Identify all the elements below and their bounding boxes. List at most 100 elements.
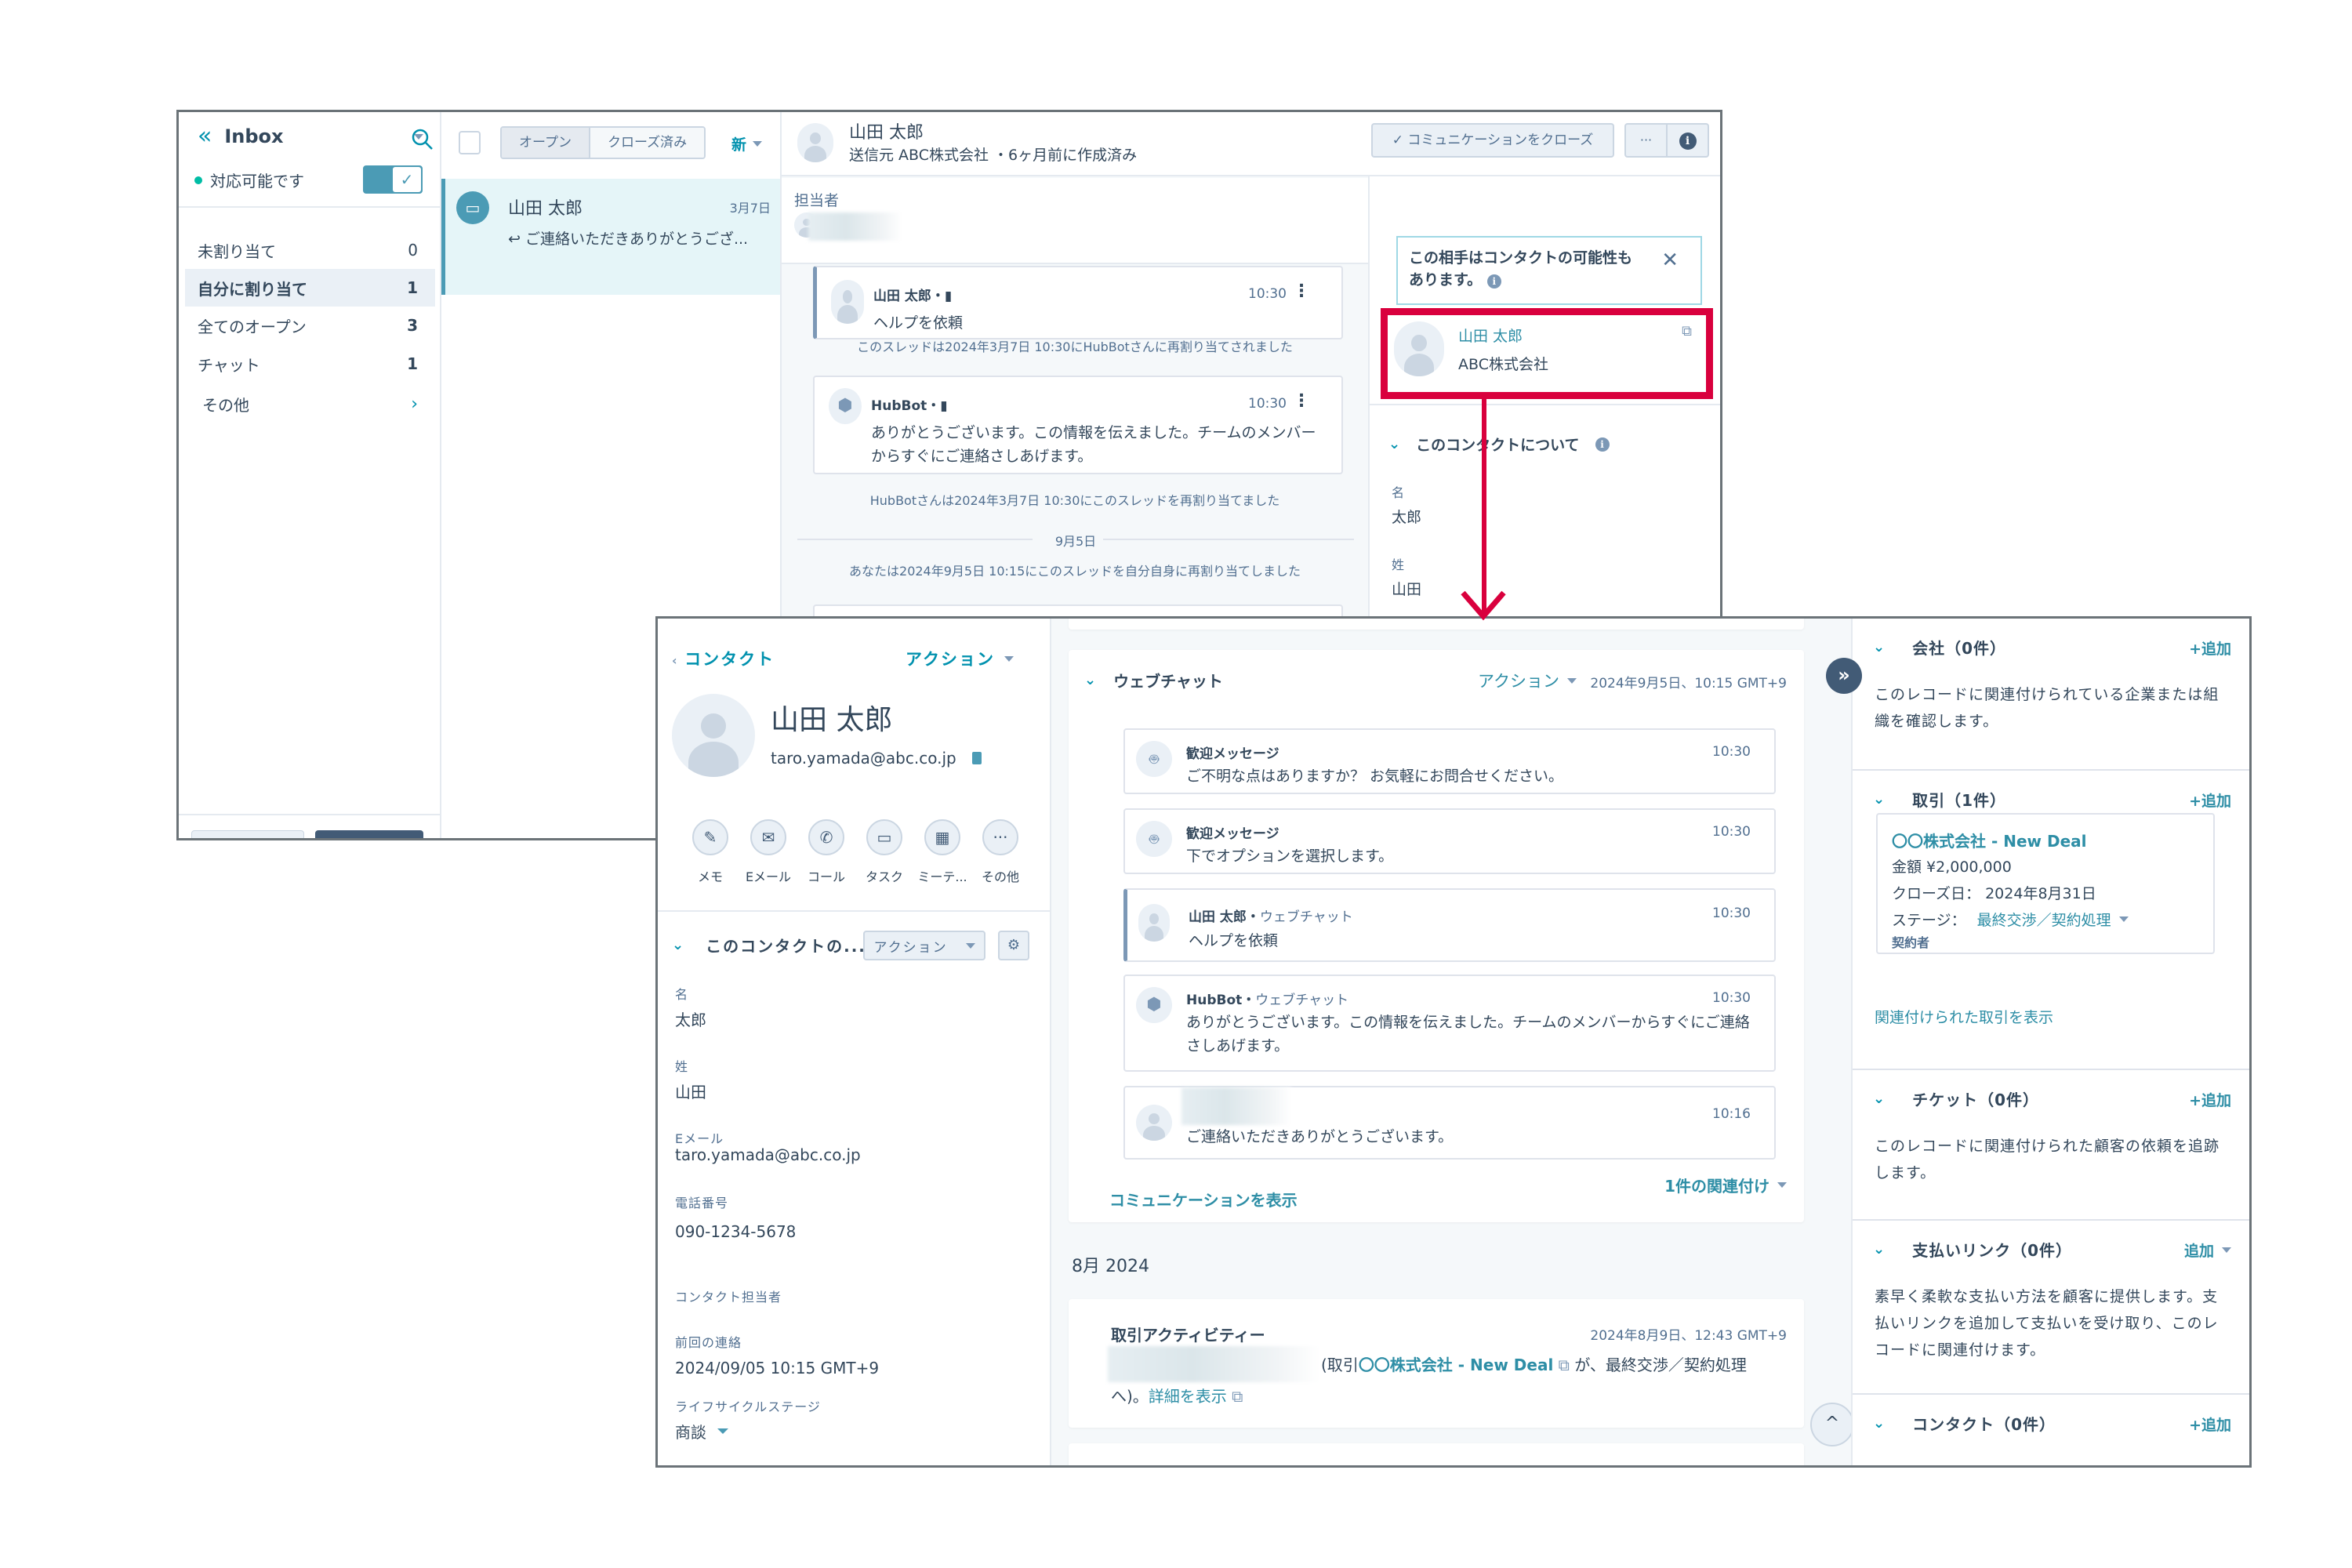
add-contact-button[interactable]: +追加 [2189, 1414, 2231, 1435]
message-menu-icon[interactable]: ⋮ [1293, 391, 1310, 411]
chevron-down-icon: ⌄ [1873, 639, 1886, 655]
nav-all-open[interactable]: 全てのオープン 3 [185, 307, 435, 344]
more-options-button[interactable]: ··· [1626, 125, 1668, 156]
sidebar-secondary-button[interactable] [191, 830, 304, 838]
close-icon[interactable]: ✕ [1661, 249, 1679, 272]
select-all-checkbox[interactable] [459, 131, 481, 154]
external-link-icon[interactable]: ⧉ [1682, 323, 1692, 339]
associations-sidebar: ⌄ 会社（0件） +追加 このレコードに関連付けられている企業または組織を確認しま… [1851, 619, 2249, 1465]
info-icon[interactable]: i [1486, 274, 1501, 289]
collapse-sidebar-icon[interactable]: « [198, 125, 212, 148]
chevron-up-icon: ^ [1824, 1414, 1840, 1433]
quick-action-email[interactable]: ✉ Eメール [739, 819, 797, 885]
contact-avatar [672, 694, 755, 777]
last-name-value[interactable]: 山田 [675, 1080, 706, 1102]
lifecycle-stage-dropdown[interactable]: 商談 [675, 1420, 728, 1443]
phone-value[interactable]: 090-1234-5678 [675, 1222, 796, 1241]
chevron-down-icon [1004, 655, 1014, 662]
webchat-toggle[interactable]: ⌄ ウェブチャット [1084, 669, 1223, 691]
tab-open[interactable]: オープン [502, 128, 590, 158]
search-icon[interactable] [411, 128, 434, 151]
add-ticket-button[interactable]: +追加 [2189, 1089, 2231, 1110]
double-chevron-right-icon: » [1838, 664, 1850, 686]
associations-dropdown[interactable]: 1件の関連付け [1664, 1174, 1787, 1196]
system-note: このスレッドは2024年3月7日 10:30にHubBotさんに再割り当てされま… [857, 339, 1293, 354]
info-icon: i [1679, 132, 1697, 150]
contact-name-link[interactable]: 山田 太郎 [1458, 325, 1523, 346]
about-contact-toggle[interactable]: ⌄ このコンタクトの... [672, 934, 866, 956]
contact-avatar [797, 123, 833, 162]
webchat-message: 🤖︎ 歓迎メッセージ 10:30 ご不明な点はありますか？ お気軽にお問合せくだ… [1123, 728, 1776, 794]
quick-action-call[interactable]: ✆ コール [797, 819, 855, 885]
deal-link[interactable]: 〇〇株式会社 - New Deal [1359, 1356, 1554, 1374]
quick-action-note[interactable]: ✎ メモ [681, 819, 739, 885]
copy-icon[interactable] [971, 752, 982, 764]
conversation-header: 山田 太郎 送信元 ABC株式会社 ・6ヶ月前に作成済み ✓ コミュニケーション… [782, 112, 1720, 176]
assignee-section: 担当者 [782, 178, 1368, 264]
quick-action-meeting[interactable]: ▦ ミーテ... [913, 819, 971, 885]
suggested-contact-card[interactable]: 山田 太郎 ABC株式会社 ⧉ [1381, 308, 1713, 399]
system-note: あなたは2024年9月5日 10:15にこのスレッドを自分自身に再割り当てしまし… [849, 564, 1301, 579]
settings-button[interactable]: ⚙ [998, 931, 1029, 960]
add-deal-button[interactable]: +追加 [2189, 789, 2231, 811]
payment-links-toggle[interactable]: ⌄ 支払いリンク（0件） [1873, 1238, 2072, 1261]
contact-avatar [1394, 321, 1444, 376]
chevron-down-icon: ⌄ [1873, 791, 1886, 808]
info-icon[interactable]: i [1595, 437, 1610, 452]
hubbot-avatar-icon: ⬢ [1136, 987, 1172, 1023]
contacts-toggle[interactable]: ⌄ コンタクト（0件） [1873, 1412, 2056, 1435]
add-payment-link-dropdown[interactable]: 追加 [2184, 1240, 2231, 1261]
deal-card: 〇〇株式会社 - New Deal 金額 ¥2,000,000 クローズ日： 2… [1876, 813, 2215, 954]
close-conversation-button[interactable]: ✓ コミュニケーションをクローズ [1371, 123, 1614, 158]
view-communication-link[interactable]: コミュニケーションを表示 [1109, 1188, 1298, 1210]
quick-action-more[interactable]: ··· その他 [971, 819, 1029, 885]
contacts-section: ⌄ コンタクト（0件） +追加 [1853, 1395, 2249, 1465]
chevron-down-icon: ⌄ [672, 937, 684, 953]
availability-toggle[interactable]: ✓ [363, 165, 423, 194]
about-contact-toggle[interactable]: ⌄ このコンタクトについて i [1388, 434, 1610, 455]
month-header: 8月 2024 [1072, 1257, 1149, 1276]
tickets-toggle[interactable]: ⌄ チケット（0件） [1873, 1087, 2039, 1110]
expand-sidebar-button[interactable]: » [1826, 658, 1862, 694]
add-company-button[interactable]: +追加 [2189, 637, 2231, 659]
actions-dropdown[interactable]: アクション [906, 647, 1014, 670]
tab-closed[interactable]: クローズ済み [590, 128, 705, 158]
chevron-down-icon: ⌄ [1873, 1415, 1886, 1432]
sort-dropdown[interactable]: 新 [731, 133, 763, 154]
webchat-message: 10:16 ご連絡いただきありがとうございます。 [1123, 1086, 1776, 1160]
nav-chat[interactable]: チャット 1 [185, 345, 435, 383]
about-actions-dropdown[interactable]: アクション [863, 931, 985, 960]
sender-avatar [1138, 904, 1170, 942]
nav-assigned-to-me[interactable]: 自分に割り当て 1 [185, 269, 435, 307]
check-icon: ✓ [1392, 132, 1408, 148]
view-associated-deals-link[interactable]: 関連付けられた取引を表示 [1875, 1006, 2053, 1027]
chevron-down-icon: ⌄ [1873, 1241, 1886, 1258]
deals-toggle[interactable]: ⌄ 取引（1件） [1873, 788, 2006, 811]
scroll-to-top-button[interactable]: ^ [1810, 1403, 1854, 1446]
conversation-item[interactable]: ▭ 山田 太郎 3月7日 ↩ ご連絡いただきありがとうござ... [441, 179, 780, 295]
bot-icon: 🤖︎ [1136, 821, 1172, 857]
sidebar-primary-button[interactable] [315, 830, 423, 838]
quick-action-task[interactable]: ▭ タスク [855, 819, 913, 885]
gear-icon: ⚙ [1007, 937, 1021, 953]
info-button[interactable]: i [1668, 125, 1708, 156]
deal-stage-dropdown[interactable]: 最終交渉／契約処理 [1977, 909, 2129, 930]
arrow-head-icon [1461, 590, 1506, 621]
deal-name-link[interactable]: 〇〇株式会社 - New Deal [1892, 829, 2087, 851]
contact-profile-column: ‹ コンタクト アクション 山田 太郎 taro.yamada@abc.co.j… [658, 619, 1051, 1465]
chevron-down-icon: ⌄ [1873, 1091, 1886, 1107]
availability-status: 対応可能です [194, 169, 304, 191]
inbox-title[interactable]: « Inbox [198, 125, 423, 148]
email-value[interactable]: taro.yamada@abc.co.jp [675, 1145, 861, 1164]
first-name-value[interactable]: 太郎 [675, 1007, 706, 1030]
back-to-contacts-link[interactable]: ‹ コンタクト [672, 647, 775, 670]
message-menu-icon[interactable]: ⋮ [1293, 281, 1310, 301]
companies-toggle[interactable]: ⌄ 会社（0件） [1873, 636, 2006, 659]
more-icon: ··· [982, 819, 1018, 855]
nav-unassigned[interactable]: 未割り当て 0 [185, 231, 435, 269]
email-icon: ✉ [750, 819, 786, 855]
view-details-link[interactable]: 詳細を表示 [1149, 1387, 1227, 1406]
webchat-actions-dropdown[interactable]: アクション [1478, 669, 1577, 692]
nav-other[interactable]: その他 › [185, 385, 435, 423]
chat-channel-icon: ▭ [456, 191, 489, 224]
